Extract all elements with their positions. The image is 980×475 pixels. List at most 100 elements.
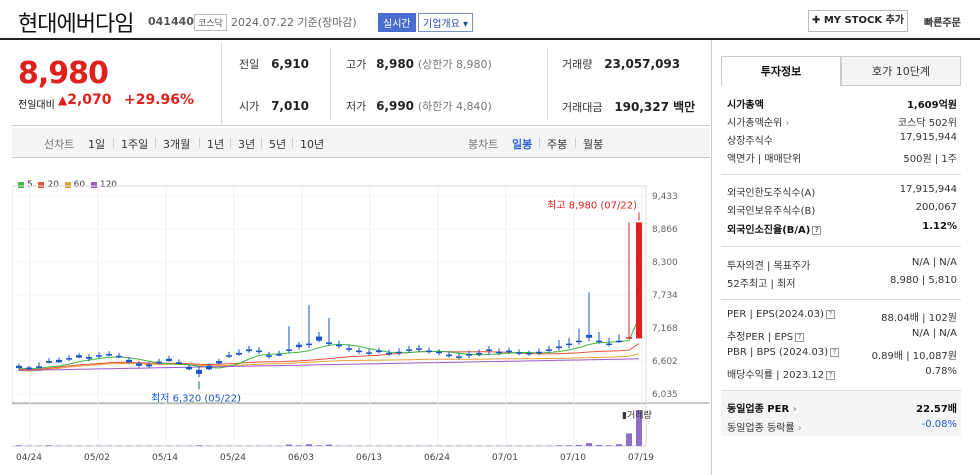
tab-orderbook[interactable]: 호가 10단계 <box>841 56 961 86</box>
foreign-limit-label: 외국인한도주식수(A) <box>727 188 816 199</box>
candle-body <box>496 351 502 354</box>
volume-bar <box>616 444 622 446</box>
candle-body <box>246 349 252 352</box>
volume-bar <box>576 444 582 446</box>
tab-weekly[interactable]: 주봉 <box>547 136 567 152</box>
candle-body <box>326 342 332 344</box>
candle-body <box>466 354 472 356</box>
opinion-label: 투자의견 | 목표주가 <box>727 261 811 272</box>
candle-body <box>16 365 22 369</box>
tab-10y[interactable]: 10년 <box>300 136 324 152</box>
x-tick-label: 06/13 <box>356 453 382 463</box>
y-tick-label: 8,866 <box>652 225 678 235</box>
company-info-label: 기업개요 <box>423 19 460 30</box>
volume-bar <box>556 445 562 446</box>
high-annotation: 최고 8,980 (07/22) <box>547 199 637 211</box>
tab-1d[interactable]: 1일 <box>88 136 105 152</box>
y-tick-label: 7,168 <box>652 324 678 334</box>
tab-invest-info[interactable]: 투자정보 <box>721 56 841 86</box>
y-tick-label: 9,433 <box>652 192 678 202</box>
dividend-row: 배당수익률 | 2023.12? 0.78% <box>727 366 957 383</box>
candle-body <box>106 354 112 356</box>
lower-limit: (하한가 4,840) <box>417 100 492 113</box>
candle-body <box>476 352 482 355</box>
info-icon[interactable]: ? <box>830 347 840 357</box>
chevron-right-icon[interactable]: › <box>793 404 797 415</box>
candle-body <box>626 337 632 339</box>
industry-change-value: -0.08% <box>921 419 957 430</box>
volume-label: ▮거래량 <box>622 409 652 421</box>
foreign-limit-row: 외국인한도주식수(A) 17,915,944 <box>727 184 957 201</box>
tab-daily[interactable]: 일봉 <box>512 136 532 152</box>
week52-value: 8,980 | 5,810 <box>890 275 957 286</box>
realtime-button[interactable]: 실시간 <box>378 13 416 32</box>
chevron-right-icon[interactable]: › <box>785 118 789 129</box>
panel-tabs: 투자정보 호가 10단계 <box>721 56 961 86</box>
candle-body <box>266 355 272 357</box>
candle-body <box>546 349 552 351</box>
candle-body <box>586 334 592 338</box>
tab-3y[interactable]: 3년 <box>238 136 255 152</box>
quick-order-button[interactable]: 빠른주문 <box>924 14 961 29</box>
industry-per-label: 동일업종 PER <box>727 404 790 415</box>
chevron-right-icon[interactable]: › <box>798 423 802 434</box>
info-icon[interactable]: ? <box>795 332 805 342</box>
candle-body <box>276 354 282 356</box>
info-icon[interactable]: ? <box>812 225 822 235</box>
listed-shares-value: 17,915,944 <box>899 132 957 143</box>
tab-1y[interactable]: 1년 <box>207 136 224 152</box>
market-cap-rank-label: 시가총액순위 <box>727 118 783 129</box>
tab-3m[interactable]: 3개월 <box>163 136 190 152</box>
trade-amount-row: 거래대금 190,327 백만 <box>562 98 695 115</box>
volume-bar <box>606 445 612 446</box>
y-tick-label: 6,035 <box>652 390 678 400</box>
listed-shares-row: 상장주식수 17,915,944 <box>727 132 957 149</box>
candle-body <box>576 340 582 343</box>
per-value: 88.04배 | 102원 <box>881 313 957 324</box>
chart-period-tabs: 선차트 1일 1주일 3개월 1년 3년 5년 10년 봉차트 일봉 주봉 월봉 <box>12 128 710 158</box>
tab-monthly[interactable]: 월봉 <box>583 136 603 152</box>
foreign-ratio-label: 외국인소진율(B/A) <box>727 225 811 236</box>
tab-divider <box>155 138 156 148</box>
x-tick-label: 07/10 <box>560 453 586 463</box>
dividend-value: 0.78% <box>925 366 957 377</box>
current-price-box: 8,980 전일대비 ▲2,070 +29.96% <box>12 42 222 126</box>
info-icon[interactable]: ? <box>826 370 836 380</box>
info-icon[interactable]: ? <box>825 309 835 319</box>
change-amount: ▲2,070 <box>58 92 112 108</box>
up-arrow-icon: ▲ <box>58 93 68 107</box>
tab-5y[interactable]: 5년 <box>269 136 286 152</box>
candle-body <box>166 358 172 362</box>
tab-divider <box>292 138 293 148</box>
tab-divider <box>113 138 114 148</box>
candle-body <box>26 367 32 370</box>
candlestick-svg: 9,433 8,866 8,300 7,734 7,168 6,602 6,035 04/24… <box>12 185 710 463</box>
candle-body <box>536 351 542 354</box>
foreign-holding-label: 외국인보유주식수(B) <box>727 206 816 217</box>
foreign-holding-value: 200,067 <box>915 202 957 213</box>
industry-per-row: 동일업종 PER › 22.57배 <box>727 400 957 417</box>
candle-body <box>176 362 182 364</box>
volume-bar <box>16 445 22 446</box>
x-tick-label: 05/24 <box>220 453 246 463</box>
candle-body <box>356 350 362 353</box>
per-label: PER | EPS(2024.03) <box>727 309 824 320</box>
x-tick-label: 07/01 <box>492 453 518 463</box>
price-chart[interactable]: 5 20 60 120 9,433 8,866 8,300 7,734 7,168 6,6… <box>12 170 710 475</box>
candle-body <box>556 346 562 349</box>
candle-body <box>186 366 192 370</box>
company-info-dropdown[interactable]: 기업개요 ▾ <box>418 13 474 32</box>
tab-1w[interactable]: 1주일 <box>121 136 148 152</box>
volume-bar <box>326 444 332 446</box>
candle-body <box>66 358 72 360</box>
low-label: 저가 <box>346 100 367 113</box>
divider <box>721 299 961 300</box>
market-cap-rank-value: 코스닥 502위 <box>897 118 957 129</box>
candle-body <box>566 343 572 346</box>
add-mystock-button[interactable]: ✚ MY STOCK 추가 <box>808 10 908 32</box>
candle-body <box>236 352 242 355</box>
trade-amount-value: 190,327 백만 <box>614 100 696 114</box>
week52-row: 52주최고 | 최저 8,980 | 5,810 <box>727 275 957 292</box>
candle-body <box>436 351 442 354</box>
volume-bar <box>306 444 312 446</box>
